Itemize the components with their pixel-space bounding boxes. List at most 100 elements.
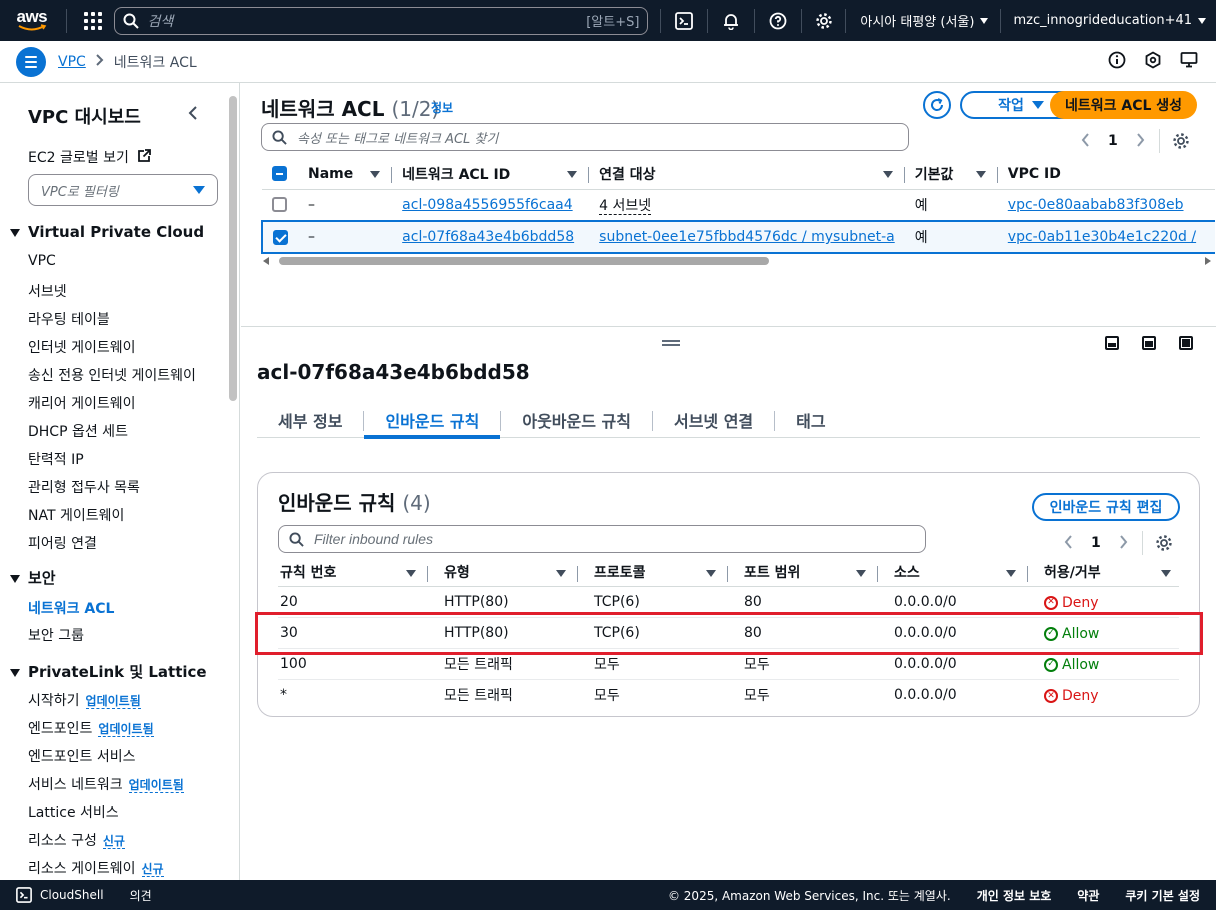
prev-page-icon[interactable] bbox=[1064, 534, 1073, 553]
column-header-type[interactable]: 유형 bbox=[428, 558, 578, 587]
column-header-rule-number[interactable]: 규칙 번호 bbox=[278, 558, 428, 587]
table-settings-icon[interactable] bbox=[1155, 534, 1173, 552]
sidebar-item-elastic-ip[interactable]: 탄력적 IP bbox=[28, 449, 84, 469]
sidebar-item-vpc[interactable]: VPC bbox=[28, 253, 56, 269]
acl-pagination: 1 bbox=[1081, 129, 1190, 153]
gear-icon[interactable] bbox=[808, 0, 842, 41]
tab-subnet-associations[interactable]: 서브넷 연결 bbox=[653, 400, 774, 438]
collapse-sidebar-icon[interactable] bbox=[188, 105, 198, 125]
refresh-button[interactable] bbox=[923, 91, 951, 119]
sort-icon bbox=[1161, 570, 1171, 577]
sidebar-item-ec2-global[interactable]: EC2 글로벌 보기 bbox=[28, 147, 152, 167]
inbound-filter-input[interactable]: Filter inbound rules bbox=[278, 525, 926, 553]
info-circle-icon[interactable] bbox=[1108, 51, 1126, 69]
resize-handle[interactable] bbox=[662, 340, 680, 346]
status-allow: ✓ Allow bbox=[1044, 657, 1099, 673]
row-checkbox[interactable] bbox=[262, 189, 298, 222]
sidebar-item-internet-gateways[interactable]: 인터넷 게이트웨이 bbox=[28, 337, 136, 357]
search-input[interactable]: 검색 [알트+S] bbox=[114, 6, 649, 35]
column-header-default[interactable]: 기본값 bbox=[904, 159, 998, 190]
vpc-filter-select[interactable]: VPC로 필터링 bbox=[28, 174, 218, 206]
sidebar-item-peering[interactable]: 피어링 연결 bbox=[28, 533, 97, 553]
bell-icon[interactable] bbox=[714, 0, 748, 41]
sidebar-section-privatelink[interactable]: PrivateLink 및 Lattice bbox=[10, 661, 207, 682]
acl-search-input[interactable]: 속성 또는 태그로 네트워크 ACL 찾기 bbox=[261, 123, 909, 151]
table-row[interactable]: – acl-098a4556955f6caa4 4 서브넷 예 vpc-0e80… bbox=[262, 189, 1215, 222]
split-bottom-icon[interactable] bbox=[1105, 336, 1119, 350]
split-half-icon[interactable] bbox=[1142, 336, 1156, 350]
column-header-acl-id[interactable]: 네트워크 ACL ID bbox=[392, 159, 590, 190]
hexagon-icon[interactable] bbox=[1144, 51, 1162, 69]
next-page-icon[interactable] bbox=[1119, 534, 1128, 553]
sidebar-item-resource-configs[interactable]: 리소스 구성 신규 bbox=[28, 830, 125, 850]
info-link[interactable]: 정보 bbox=[431, 99, 453, 116]
page-number[interactable]: 1 bbox=[1091, 535, 1101, 551]
create-network-acl-button[interactable]: 네트워크 ACL 생성 bbox=[1050, 91, 1197, 119]
column-header-vpc-id[interactable]: VPC ID bbox=[997, 159, 1215, 190]
column-header-name[interactable]: Name bbox=[298, 159, 393, 190]
table-row-selected[interactable]: – acl-07f68a43e4b6bdd58 subnet-0ee1e75fb… bbox=[261, 220, 1215, 254]
sidebar-title[interactable]: VPC 대시보드 bbox=[28, 103, 141, 129]
breadcrumb-vpc[interactable]: VPC bbox=[58, 54, 86, 70]
region-selector[interactable]: 아시아 태평양 (서울) bbox=[850, 11, 998, 30]
cell-name: – bbox=[298, 189, 393, 222]
aws-logo[interactable]: aws bbox=[8, 0, 56, 41]
screen-icon[interactable] bbox=[1180, 51, 1198, 69]
column-header-protocol[interactable]: 프로토콜 bbox=[578, 558, 728, 587]
acl-id-link[interactable]: acl-07f68a43e4b6bdd58 bbox=[402, 229, 574, 245]
sidebar-item-getting-started[interactable]: 시작하기 업데이트됨 bbox=[28, 690, 141, 710]
sidebar-section-security[interactable]: 보안 bbox=[10, 567, 56, 588]
sidebar-item-dhcp-options[interactable]: DHCP 옵션 세트 bbox=[28, 421, 128, 441]
help-icon[interactable] bbox=[761, 0, 795, 41]
terms-link[interactable]: 약관 bbox=[1077, 887, 1099, 904]
table-horizontal-scrollbar[interactable] bbox=[263, 256, 1211, 266]
sidebar-item-egress-only-igw[interactable]: 송신 전용 인터넷 게이트웨이 bbox=[28, 365, 196, 385]
column-header-association[interactable]: 연결 대상 bbox=[589, 159, 905, 190]
tab-outbound-rules[interactable]: 아웃바운드 규칙 bbox=[501, 400, 652, 438]
sidebar-item-lattice-services[interactable]: Lattice 서비스 bbox=[28, 802, 119, 822]
row-checkbox[interactable] bbox=[261, 220, 298, 254]
edit-inbound-rules-button[interactable]: 인바운드 규칙 편집 bbox=[1032, 493, 1180, 521]
sidebar-item-carrier-gateways[interactable]: 캐리어 게이트웨이 bbox=[28, 393, 136, 413]
privacy-link[interactable]: 개인 정보 보호 bbox=[977, 887, 1052, 904]
page-number[interactable]: 1 bbox=[1108, 133, 1118, 149]
vpc-id-link[interactable]: vpc-0ab11e30b4e1c220d / bbox=[1008, 229, 1196, 245]
divider bbox=[753, 8, 755, 33]
sidebar-item-nat-gateways[interactable]: NAT 게이트웨이 bbox=[28, 505, 124, 525]
split-view-controls bbox=[1105, 336, 1193, 350]
sidebar-section-vpc[interactable]: Virtual Private Cloud bbox=[10, 223, 204, 241]
cloudshell-button[interactable]: CloudShell bbox=[16, 887, 104, 903]
tab-tags[interactable]: 태그 bbox=[775, 400, 846, 438]
sidebar-item-subnets[interactable]: 서브넷 bbox=[28, 281, 67, 301]
detail-title: acl-07f68a43e4b6bdd58 bbox=[257, 360, 530, 384]
menu-button[interactable] bbox=[16, 46, 46, 77]
sidebar-item-network-acl[interactable]: 네트워크 ACL bbox=[28, 598, 114, 618]
column-header-port-range[interactable]: 포트 범위 bbox=[728, 558, 878, 587]
sidebar-item-resource-gateways[interactable]: 리소스 게이트웨이 신규 bbox=[28, 858, 164, 878]
association-popover[interactable]: 4 서브넷 bbox=[599, 197, 652, 215]
table-settings-icon[interactable] bbox=[1172, 132, 1190, 150]
acl-id-link[interactable]: acl-098a4556955f6caa4 bbox=[402, 197, 572, 213]
sidebar-item-security-groups[interactable]: 보안 그룹 bbox=[28, 625, 84, 645]
cookie-preferences-link[interactable]: 쿠키 기본 설정 bbox=[1125, 887, 1200, 904]
vpc-id-link[interactable]: vpc-0e80aabab83f308eb bbox=[1008, 197, 1184, 213]
prev-page-icon[interactable] bbox=[1081, 132, 1090, 151]
column-header-allow-deny[interactable]: 허용/거부 bbox=[1028, 558, 1179, 587]
sidebar-item-route-tables[interactable]: 라우팅 테이블 bbox=[28, 309, 110, 329]
tab-details[interactable]: 세부 정보 bbox=[257, 400, 363, 438]
subnet-link[interactable]: subnet-0ee1e75fbbd4576dc / mysubnet-a bbox=[599, 229, 895, 245]
cloudshell-icon[interactable] bbox=[667, 0, 701, 41]
sidebar-item-endpoint-services[interactable]: 엔드포인트 서비스 bbox=[28, 746, 136, 766]
account-menu[interactable]: mzc_innogrideducation+41 bbox=[1003, 13, 1216, 28]
column-header-source[interactable]: 소스 bbox=[878, 558, 1028, 587]
select-all-checkbox[interactable] bbox=[262, 159, 298, 190]
sidebar-scrollbar[interactable] bbox=[229, 88, 237, 878]
sidebar-item-service-networks[interactable]: 서비스 네트워크 업데이트됨 bbox=[28, 774, 184, 794]
next-page-icon[interactable] bbox=[1136, 132, 1145, 151]
split-full-icon[interactable] bbox=[1179, 336, 1193, 350]
apps-grid-icon[interactable] bbox=[83, 11, 103, 31]
feedback-link[interactable]: 의견 bbox=[130, 887, 152, 904]
sidebar-item-prefix-lists[interactable]: 관리형 접두사 목록 bbox=[28, 477, 140, 497]
sidebar-item-endpoints[interactable]: 엔드포인트 업데이트됨 bbox=[28, 718, 154, 738]
tab-inbound-rules[interactable]: 인바운드 규칙 bbox=[364, 400, 501, 439]
